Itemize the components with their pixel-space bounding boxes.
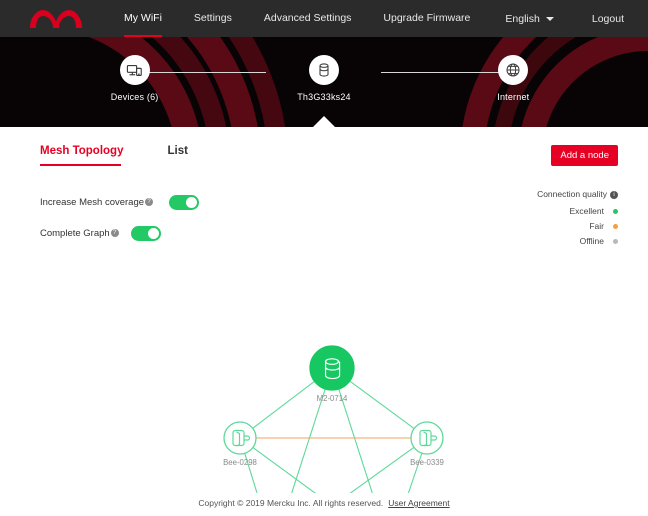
hero-node-internet-label: Internet	[497, 92, 530, 102]
info-icon[interactable]: i	[610, 190, 618, 199]
mercku-logo[interactable]	[28, 8, 84, 30]
topology-node-m2-0714[interactable]: M2-0714	[309, 345, 355, 403]
view-tabs: Mesh Topology List	[40, 145, 232, 166]
hero-node-devices-label: Devices (6)	[110, 92, 159, 102]
tab-mesh-topology[interactable]: Mesh Topology	[40, 145, 123, 166]
hero-node-router-label: Th3G33ks24	[297, 92, 351, 102]
main-content: Mesh Topology List Add a node Increase M…	[0, 127, 648, 516]
root-node-circle	[309, 345, 355, 391]
topology-node-label: Bee-0339	[410, 458, 444, 467]
tab-list[interactable]: List	[167, 145, 187, 166]
topology-node-label: Bee-0298	[223, 458, 257, 467]
legend-item-excellent-label: Excellent	[569, 206, 605, 216]
nav-links: My WiFi Settings Advanced Settings Upgra…	[124, 0, 502, 37]
chevron-down-icon	[545, 16, 554, 21]
topology-node-bee-0339[interactable]: Bee-0339	[410, 421, 444, 467]
logout-button[interactable]: Logout	[592, 13, 624, 25]
topology-edge-n1-n4	[252, 447, 316, 493]
footer-copyright: Copyright © 2019 Mercku Inc. All rights …	[198, 498, 384, 508]
nav-right-group: English Logout	[505, 13, 624, 25]
help-icon[interactable]: ?	[145, 198, 154, 206]
devices-icon	[119, 55, 150, 85]
hero-pointer-notch	[313, 116, 335, 127]
setting-increase-mesh-coverage-label: Increase Mesh coverage	[40, 196, 145, 208]
legend-item-excellent: Excellent	[537, 206, 618, 216]
legend-title-row: Connection quality i	[537, 189, 618, 199]
nav-link-upgrade-firmware[interactable]: Upgrade Firmware	[383, 0, 470, 37]
topology-edge-root-n3	[291, 388, 326, 493]
hero-node-router[interactable]: Th3G33ks24	[269, 37, 379, 102]
topology-node-layer: M2-0714Bee-0298Bee-0339Bee-0186Bee-0378	[223, 345, 444, 467]
topology-node-label: M2-0714	[317, 394, 348, 403]
hero-node-devices[interactable]: Devices (6)	[80, 37, 190, 102]
topology-edge-root-n4	[338, 388, 373, 493]
setting-increase-mesh-coverage: Increase Mesh coverage?	[40, 191, 200, 213]
nav-link-my-wifi[interactable]: My WiFi	[124, 0, 162, 37]
topology-edge-root-n2	[349, 380, 415, 429]
toggle-knob	[186, 196, 198, 208]
user-agreement-link[interactable]: User Agreement	[388, 498, 449, 508]
language-selector[interactable]: English	[505, 12, 554, 25]
add-node-button[interactable]: Add a node	[551, 145, 618, 166]
hero-node-internet[interactable]: Internet	[458, 37, 568, 102]
mesh-topology-graph[interactable]: M2-0714Bee-0298Bee-0339Bee-0186Bee-0378	[0, 223, 648, 493]
nav-link-advanced-settings[interactable]: Advanced Settings	[264, 0, 352, 37]
legend-title: Connection quality	[537, 189, 607, 199]
topology-node-bee-0298[interactable]: Bee-0298	[223, 421, 257, 467]
footer: Copyright © 2019 Mercku Inc. All rights …	[0, 490, 648, 516]
hero-status-bar: Devices (6) Th3G33ks24 Internet	[0, 37, 648, 127]
topology-edge-root-n1	[252, 380, 315, 429]
router-icon	[308, 55, 339, 85]
globe-icon	[498, 55, 529, 85]
increase-mesh-coverage-toggle[interactable]	[169, 194, 200, 210]
top-navigation-bar: My WiFi Settings Advanced Settings Upgra…	[0, 0, 648, 37]
legend-dot-excellent	[613, 208, 618, 214]
nav-link-settings[interactable]: Settings	[194, 0, 232, 37]
language-label: English	[505, 12, 540, 25]
